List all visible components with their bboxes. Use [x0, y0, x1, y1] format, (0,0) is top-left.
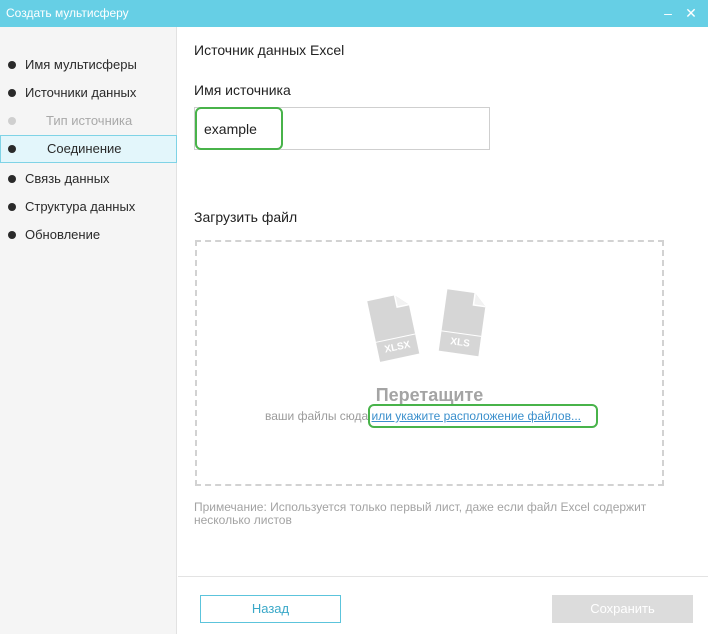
step-data-sources[interactable]: Источники данных: [0, 79, 177, 107]
step-data-structure[interactable]: Структура данных: [0, 193, 177, 221]
step-bullet-icon: [8, 203, 16, 211]
step-label: Тип источника: [46, 113, 133, 128]
drag-hint: ваши файлы сюда или укажите расположение…: [265, 409, 581, 423]
step-update[interactable]: Обновление: [0, 221, 177, 249]
minimize-icon[interactable]: –: [659, 3, 677, 23]
step-bullet-icon: [8, 175, 16, 183]
step-bullet-icon: [8, 117, 16, 125]
source-name-label: Имя источника: [194, 82, 291, 98]
save-button: Сохранить: [552, 595, 693, 623]
drag-title: Перетащите: [375, 385, 484, 405]
step-data-link[interactable]: Связь данных: [0, 165, 177, 193]
step-label: Связь данных: [25, 171, 110, 186]
step-label: Обновление: [25, 227, 101, 242]
step-multisphere-name[interactable]: Имя мультисферы: [0, 51, 177, 79]
window-title: Создать мультисферу: [6, 6, 129, 20]
xlsx-file-icon: XLSX: [367, 295, 420, 362]
step-bullet-icon: [8, 61, 16, 69]
step-bullet-icon: [8, 145, 16, 153]
page-title: Источник данных Excel: [194, 42, 345, 58]
main-panel: Источник данных Excel Имя источника Загр…: [178, 27, 708, 634]
step-connection[interactable]: Соединение: [0, 135, 177, 163]
upload-file-label: Загрузить файл: [194, 209, 298, 225]
step-source-type[interactable]: Тип источника: [0, 107, 177, 135]
title-bar: Создать мультисферу – ✕: [0, 0, 708, 27]
back-button[interactable]: Назад: [200, 595, 341, 623]
close-icon[interactable]: ✕: [682, 3, 700, 23]
note-text: Примечание: Используется только первый л…: [194, 500, 647, 527]
drag-text: ваши файлы сюда: [265, 409, 369, 423]
step-bullet-icon: [8, 89, 16, 97]
xls-file-icon: XLS: [438, 289, 486, 357]
file-dropzone[interactable]: XLSX XLS Перетащите ваши файлы сюда или …: [195, 240, 664, 486]
dialog-footer: Назад Сохранить: [178, 576, 708, 634]
source-name-input[interactable]: [194, 107, 490, 150]
wizard-sidebar: Имя мультисферы Источники данных Тип ист…: [0, 27, 177, 634]
step-label: Структура данных: [25, 199, 136, 214]
step-label: Источники данных: [25, 85, 137, 100]
step-bullet-icon: [8, 231, 16, 239]
step-label: Соединение: [47, 141, 122, 156]
browse-files-link[interactable]: или укажите расположение файлов...: [372, 409, 581, 423]
step-label: Имя мультисферы: [25, 57, 137, 72]
